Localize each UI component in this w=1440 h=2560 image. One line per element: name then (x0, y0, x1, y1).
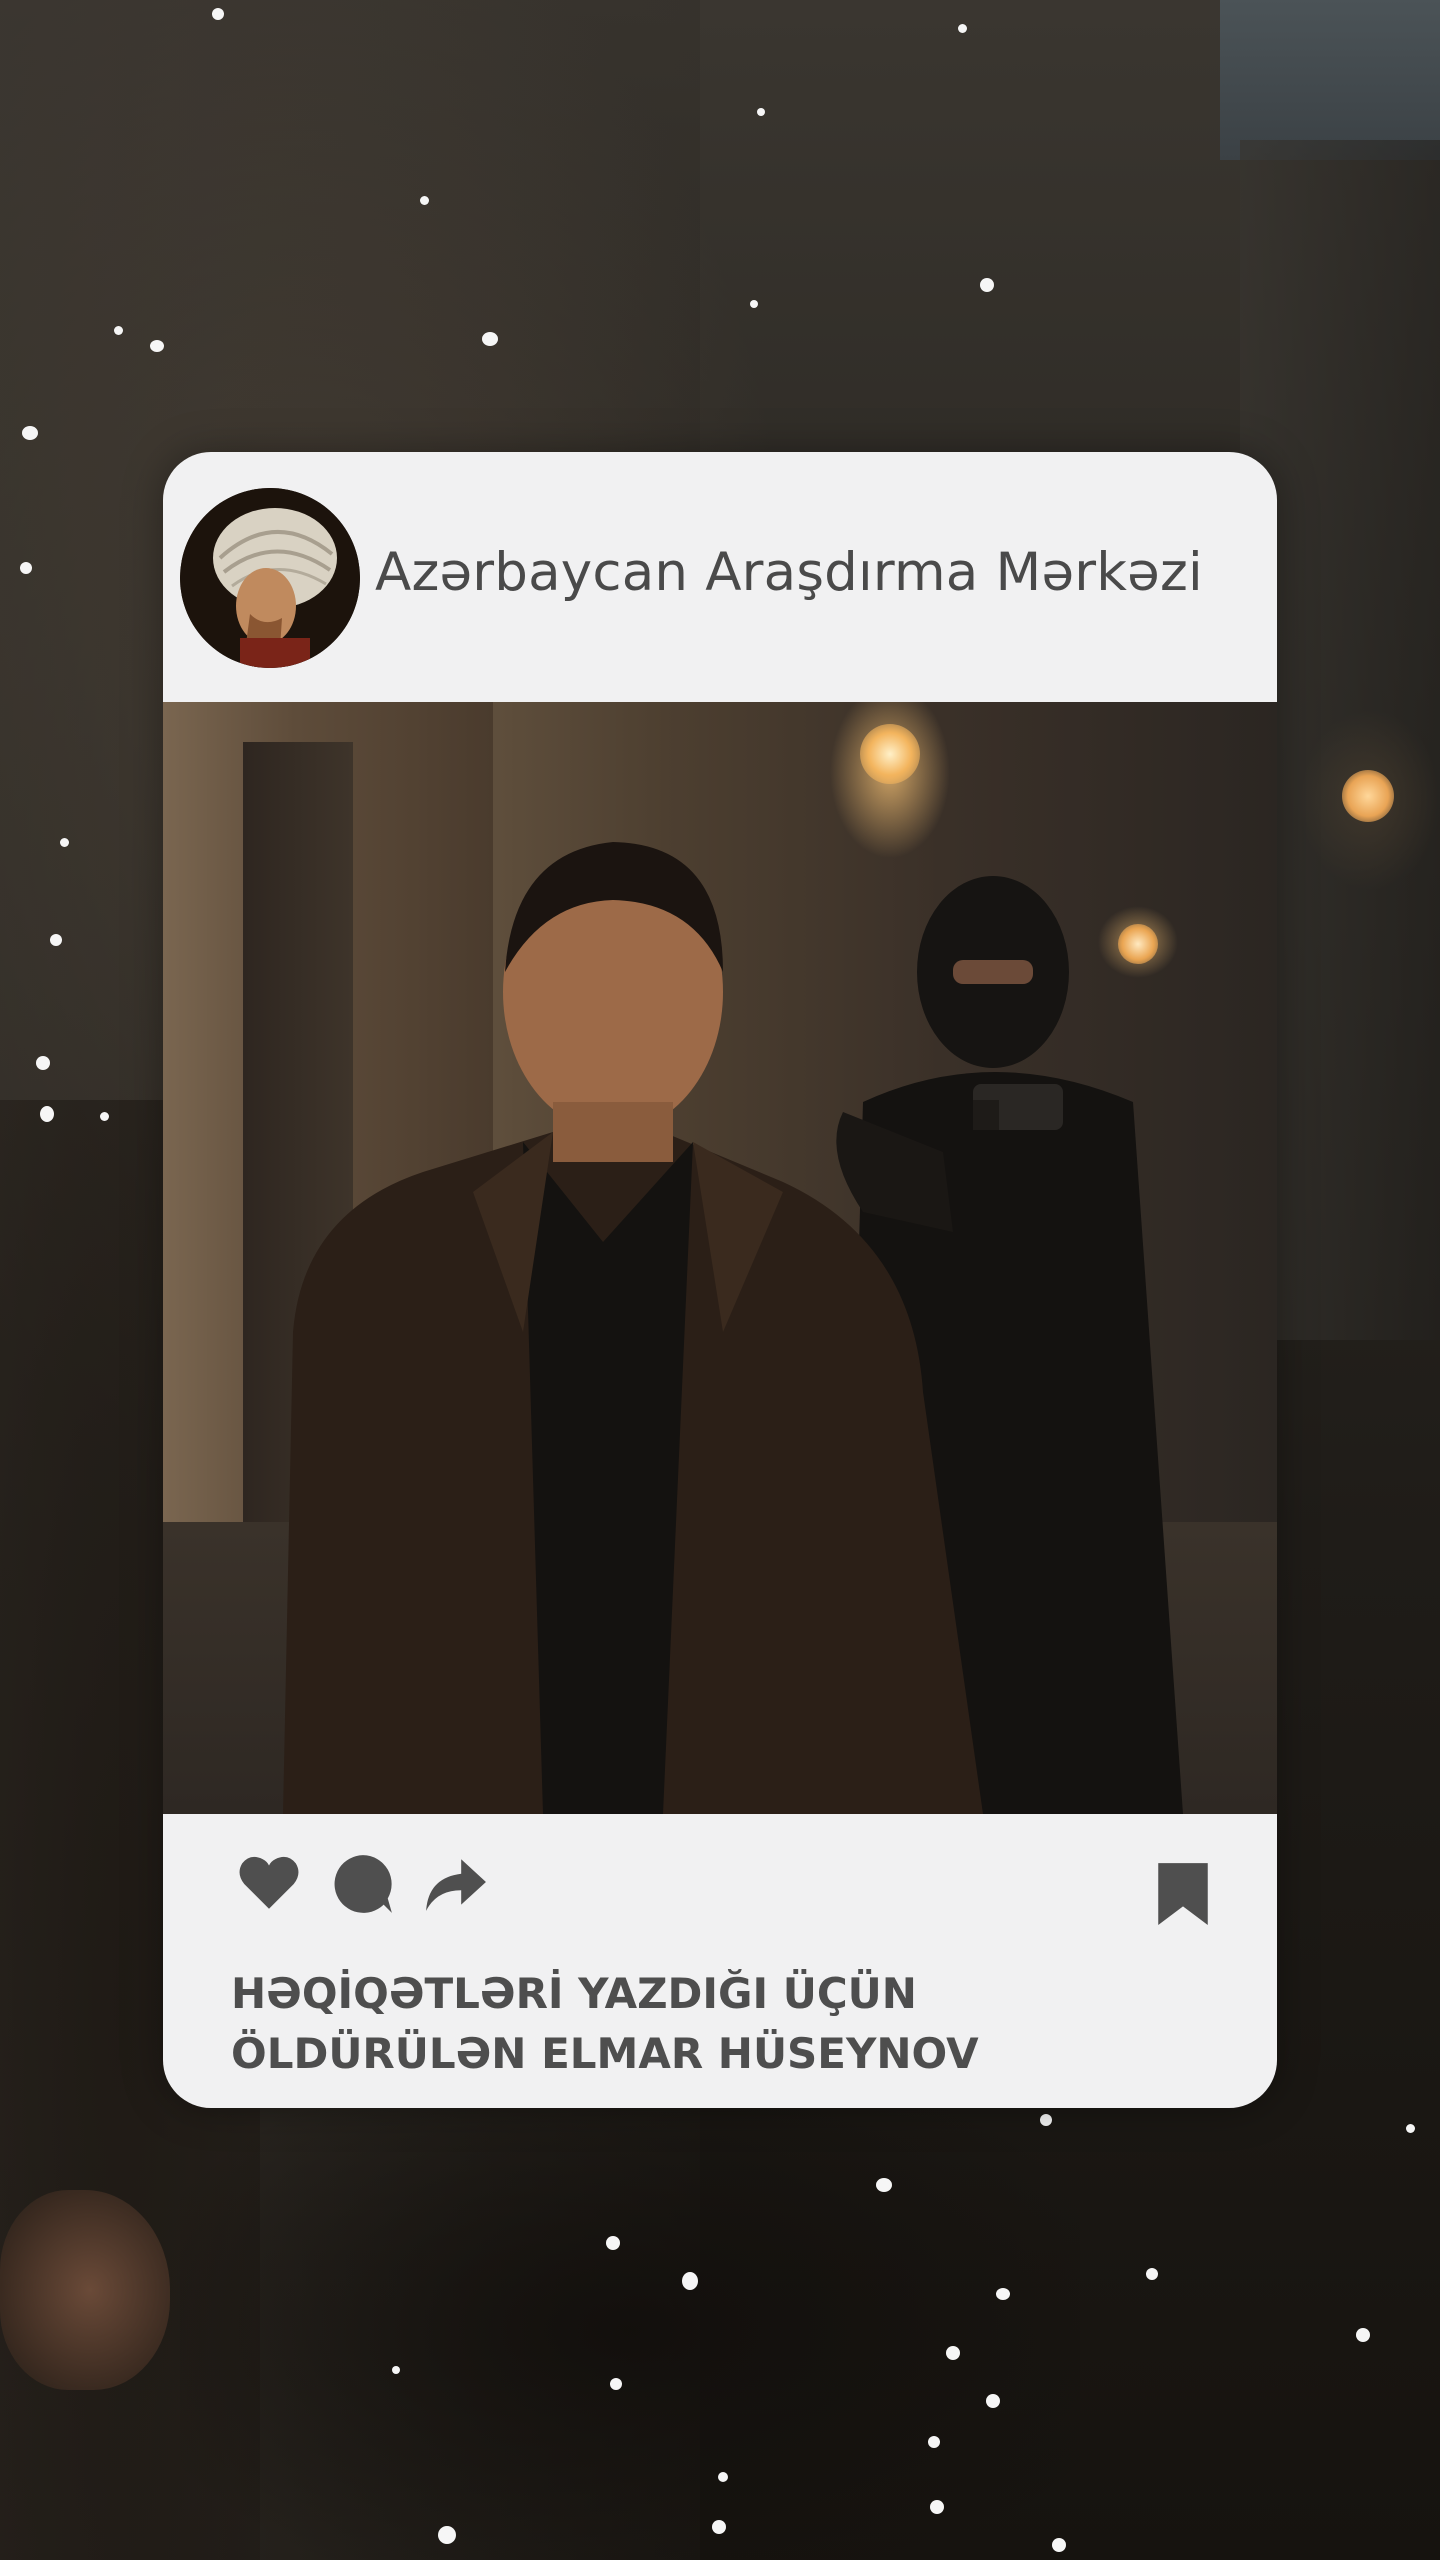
snow-particle (22, 426, 38, 440)
background-sky (1220, 0, 1440, 160)
post-header: Azərbaycan Araşdırma Mərkəzi (163, 452, 1277, 702)
background-street-lamp (1342, 770, 1394, 822)
snow-particle (682, 2272, 698, 2290)
snow-particle (392, 2366, 400, 2374)
snow-particle (606, 2236, 620, 2250)
snow-particle (150, 340, 164, 352)
post-card[interactable]: Azərbaycan Araşdırma Mərkəzi HƏQİQƏTLƏRİ… (163, 452, 1277, 2108)
story-background: Azərbaycan Araşdırma Mərkəzi HƏQİQƏTLƏRİ… (0, 0, 1440, 2560)
snow-particle (36, 1056, 50, 1070)
snow-particle (50, 934, 62, 946)
snow-particle (712, 2520, 726, 2534)
snow-particle (1146, 2268, 1158, 2280)
snow-particle (750, 300, 758, 308)
snow-particle (980, 278, 994, 292)
snow-particle (610, 2378, 622, 2390)
post-image[interactable] (163, 702, 1277, 1814)
background-hand (0, 2190, 170, 2390)
snow-particle (212, 8, 224, 20)
share-icon[interactable] (419, 1848, 491, 1920)
snow-particle (928, 2436, 940, 2448)
snow-particle (930, 2500, 944, 2514)
bookmark-icon[interactable] (1147, 1858, 1219, 1930)
comment-icon[interactable] (327, 1848, 399, 1920)
caption-line-1: HƏQİQƏTLƏRİ YAZDIĞI ÜÇÜN (231, 1969, 917, 2018)
snow-particle (420, 196, 429, 205)
snow-particle (946, 2346, 960, 2360)
snow-particle (986, 2394, 1000, 2408)
snow-particle (1356, 2328, 1370, 2342)
heart-icon[interactable] (233, 1848, 305, 1920)
post-actions (163, 1814, 1277, 1954)
background-figure-bottom (180, 2080, 1080, 2560)
snow-particle (100, 1112, 109, 1121)
snow-particle (438, 2526, 456, 2544)
snow-particle (1052, 2538, 1066, 2552)
snow-particle (40, 1106, 54, 1122)
avatar[interactable] (180, 488, 360, 668)
snow-particle (1040, 2114, 1052, 2126)
snow-particle (757, 108, 765, 116)
photo-main-figure (283, 842, 983, 1814)
snow-particle (958, 24, 967, 33)
avatar-portrait (180, 488, 360, 668)
snow-particle (20, 562, 32, 574)
snow-particle (996, 2288, 1010, 2300)
snow-particle (876, 2178, 892, 2192)
snow-particle (482, 332, 498, 346)
account-name[interactable]: Azərbaycan Araşdırma Mərkəzi (375, 542, 1203, 603)
caption-line-2: ÖLDÜRÜLƏN ELMAR HÜSEYNOV (231, 2029, 979, 2078)
snow-particle (114, 326, 123, 335)
snow-particle (718, 2472, 728, 2482)
snow-particle (60, 838, 69, 847)
post-caption: HƏQİQƏTLƏRİ YAZDIĞI ÜÇÜN ÖLDÜRÜLƏN ELMAR… (231, 1964, 1231, 2084)
snow-particle (1406, 2124, 1415, 2133)
